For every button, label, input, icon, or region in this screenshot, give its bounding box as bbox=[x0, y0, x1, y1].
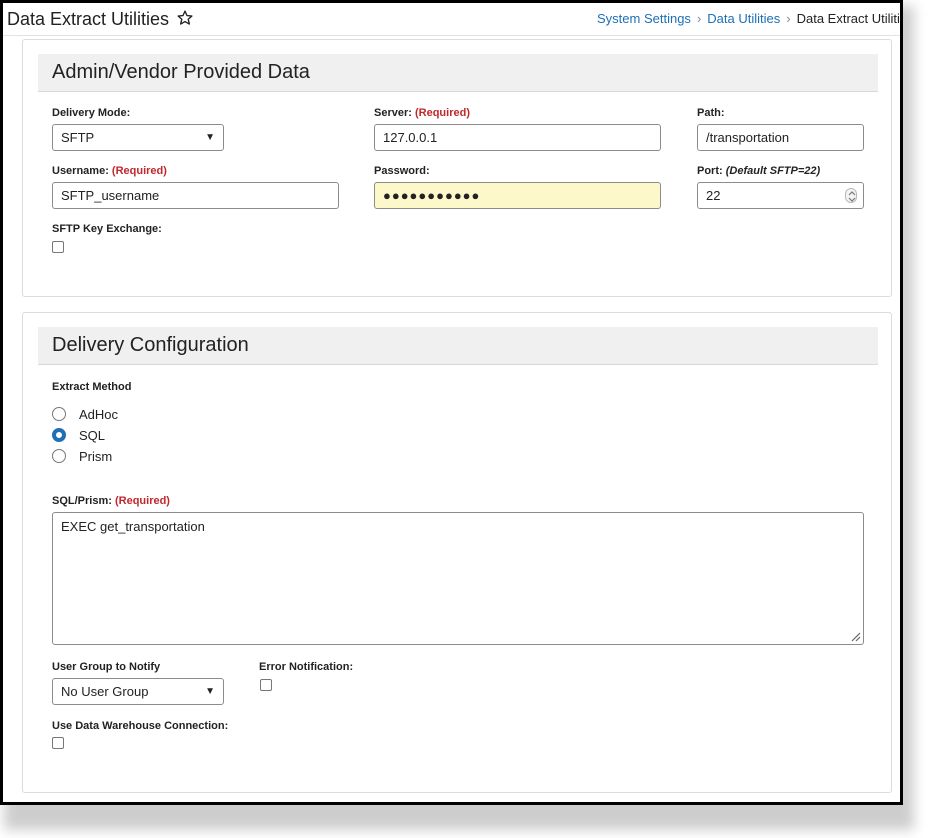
radio-adhoc[interactable] bbox=[52, 407, 66, 421]
data-warehouse-label: Use Data Warehouse Connection: bbox=[52, 720, 229, 732]
dropdown-caret-icon: ▼ bbox=[205, 132, 215, 143]
username-label: Username: (Required) bbox=[52, 165, 167, 177]
favorite-star-icon[interactable] bbox=[176, 9, 194, 27]
radio-sql[interactable] bbox=[52, 428, 66, 442]
server-input[interactable]: 127.0.0.1 bbox=[374, 124, 661, 151]
dropdown-caret-icon: ▼ bbox=[205, 686, 215, 697]
error-notification-checkbox[interactable] bbox=[260, 679, 272, 691]
chevron-right-icon: › bbox=[696, 11, 702, 26]
username-label-text: Username: bbox=[52, 165, 109, 177]
sql-prism-label: SQL/Prism: (Required) bbox=[52, 495, 170, 507]
radio-prism-label: Prism bbox=[79, 449, 113, 464]
radio-sql-label: SQL bbox=[79, 428, 106, 443]
panel-header: Delivery Configuration bbox=[38, 327, 878, 365]
sftp-key-exchange-checkbox[interactable] bbox=[52, 241, 64, 253]
vendor-data-panel: Admin/Vendor Provided Data Delivery Mode… bbox=[22, 39, 892, 297]
breadcrumb-current: Data Extract Utiliti bbox=[796, 11, 900, 26]
username-input[interactable]: SFTP_username bbox=[52, 182, 339, 209]
breadcrumb-data-utilities[interactable]: Data Utilities bbox=[707, 11, 780, 26]
port-value: 22 bbox=[706, 188, 721, 203]
sftp-key-exchange-label: SFTP Key Exchange: bbox=[52, 223, 162, 235]
breadcrumb-system-settings[interactable]: System Settings bbox=[597, 11, 691, 26]
password-mask: ●●●●●●●●●●● bbox=[383, 188, 481, 203]
server-label: Server: (Required) bbox=[374, 107, 470, 119]
data-warehouse-checkbox[interactable] bbox=[52, 737, 64, 749]
port-input[interactable]: 22 bbox=[697, 182, 864, 209]
panel-title: Admin/Vendor Provided Data bbox=[52, 61, 310, 83]
chevron-right-icon: › bbox=[786, 11, 791, 26]
breadcrumb: System Settings › Data Utilities › Data Extr… bbox=[597, 11, 900, 26]
delivery-config-panel: Delivery Configuration Extract Method Ad… bbox=[22, 312, 892, 793]
sql-textarea[interactable]: EXEC get_transportation bbox=[52, 512, 864, 645]
port-label: Port: (Default SFTP=22) bbox=[697, 165, 820, 177]
port-label-text: Port: bbox=[697, 165, 723, 177]
delivery-mode-value: SFTP bbox=[61, 130, 95, 145]
radio-adhoc-label: AdHoc bbox=[79, 407, 119, 422]
error-notification-label: Error Notification: bbox=[259, 661, 354, 673]
delivery-mode-label: Delivery Mode: bbox=[52, 107, 131, 119]
page-title: Data Extract Utilities bbox=[7, 9, 170, 29]
spinner-icon[interactable] bbox=[845, 188, 857, 203]
user-group-label: User Group to Notify bbox=[52, 661, 161, 673]
app-window: Data Extract Utilities System Settings › D… bbox=[0, 0, 903, 805]
delivery-mode-select[interactable]: SFTP ▼ bbox=[52, 124, 224, 151]
user-group-value: No User Group bbox=[61, 684, 149, 699]
password-input[interactable]: ●●●●●●●●●●● bbox=[374, 182, 661, 209]
required-marker: (Required) bbox=[111, 165, 167, 177]
path-input[interactable]: /transportation bbox=[697, 124, 864, 151]
sql-text: EXEC get_transportation bbox=[61, 519, 205, 534]
required-marker: (Required) bbox=[414, 107, 470, 119]
extract-method-label: Extract Method bbox=[52, 381, 132, 393]
required-marker: (Required) bbox=[114, 495, 170, 507]
server-label-text: Server: bbox=[374, 107, 412, 119]
port-hint: (Default SFTP=22) bbox=[725, 165, 821, 177]
password-label: Password: bbox=[374, 165, 430, 177]
panel-header: Admin/Vendor Provided Data bbox=[38, 54, 878, 92]
sql-prism-label-text: SQL/Prism: bbox=[52, 495, 112, 507]
resize-grip-icon[interactable] bbox=[849, 630, 861, 642]
path-label: Path: bbox=[697, 107, 725, 119]
radio-prism[interactable] bbox=[52, 449, 66, 463]
top-bar: Data Extract Utilities System Settings › D… bbox=[3, 3, 900, 36]
panel-title: Delivery Configuration bbox=[52, 334, 249, 356]
user-group-select[interactable]: No User Group ▼ bbox=[52, 678, 224, 705]
